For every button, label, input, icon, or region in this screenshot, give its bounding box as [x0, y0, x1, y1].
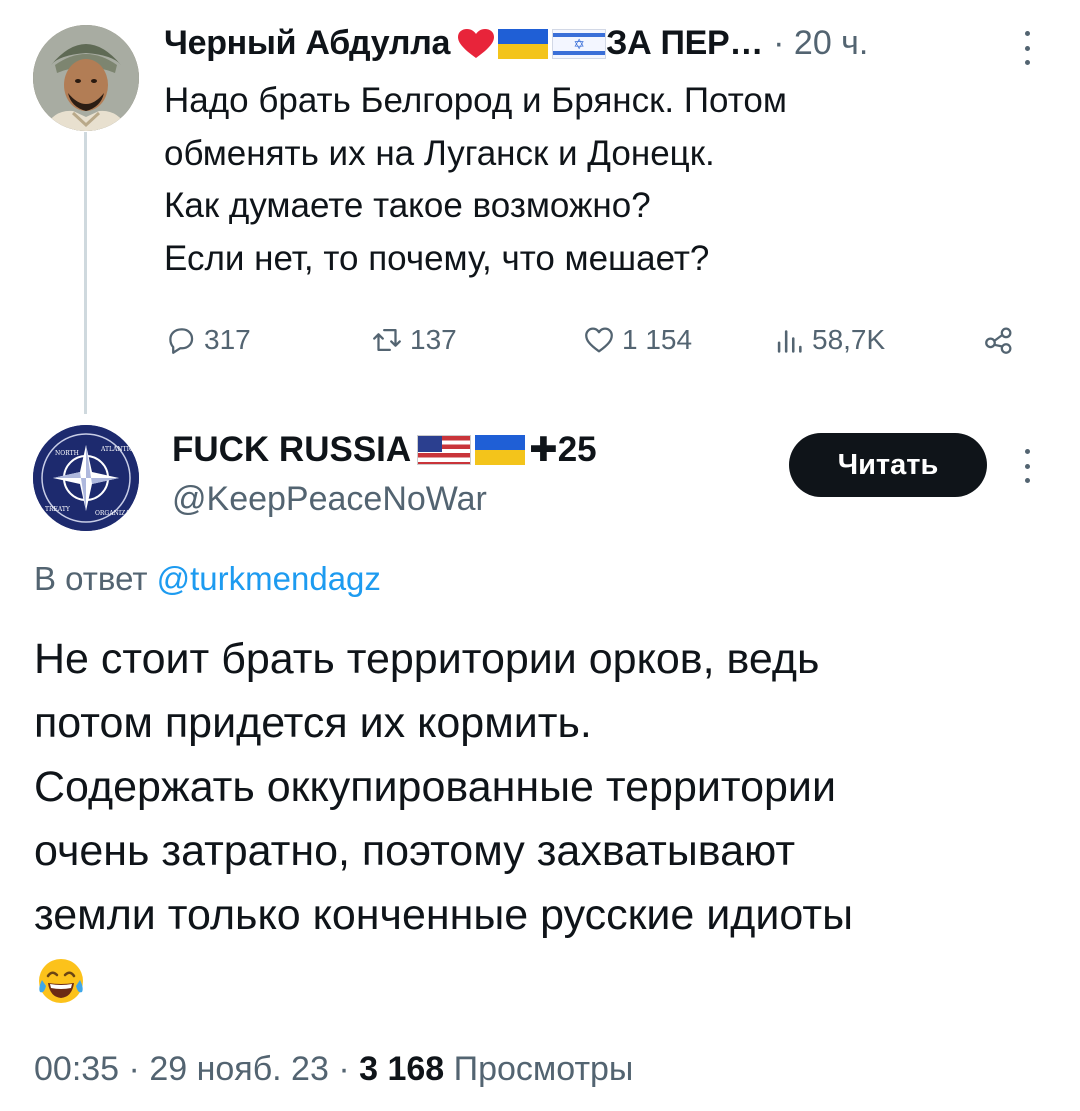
ukraine-flag-icon	[498, 28, 549, 59]
tweet-meta: 00:35 · 29 нояб. 23 · 3 168 Просмотры	[34, 1050, 633, 1089]
tweet-line: потом придется их кормить.	[34, 699, 592, 747]
retweet-button[interactable]: 137	[370, 315, 457, 365]
tweet-line: Надо брать Белгород и Брянск. Потом	[164, 81, 787, 120]
tweet-line: обменять их на Луганск и Донецк.	[164, 133, 715, 173]
thread-connector-line	[84, 132, 87, 414]
author-handle[interactable]: @KeepPeaceNoWar	[172, 480, 487, 519]
author-name-line[interactable]: FUCK RUSSIA ✚ 25	[172, 430, 597, 470]
profile-photo-icon	[33, 25, 139, 131]
like-count: 1 154	[622, 324, 693, 355]
tweet-line: земли только конченные русские идиоты	[34, 891, 853, 939]
more-icon	[1015, 446, 1039, 483]
tweet-actions: 317 137 1 154 58,7K	[164, 315, 1044, 365]
views-label[interactable]: Просмотры	[454, 1050, 634, 1088]
meta-separator: ·	[338, 1050, 350, 1088]
tears-of-joy-emoji-icon	[39, 959, 83, 1003]
tweet-line: Если нет, то почему, что мешает?	[164, 238, 710, 278]
author-name-suffix: ЗА ПЕР…	[606, 24, 764, 62]
share-button[interactable]	[982, 315, 1016, 365]
tweet-time[interactable]: 20 ч.	[794, 24, 868, 62]
retweet-icon	[373, 328, 401, 352]
cross-icon: ✚	[529, 431, 558, 469]
like-button[interactable]: 1 154	[582, 315, 692, 365]
share-icon	[985, 327, 1012, 354]
reply-count: 317	[204, 324, 251, 355]
tweet-line: Не стоит брать территории орков, ведь	[34, 635, 820, 683]
comment-icon	[169, 328, 194, 354]
more-options-button[interactable]	[1015, 446, 1039, 486]
views-count: 58,7K	[812, 324, 886, 355]
tweet-text: Надо брать Белгород и Брянск. Потом обме…	[164, 75, 787, 285]
tweet-line: Как думаете такое возможно?	[164, 186, 651, 225]
reply-context: В ответ @turkmendagz	[34, 560, 381, 598]
views-count: 3 168	[359, 1050, 445, 1088]
tweet-line: Содержать оккупированные территории	[34, 763, 836, 811]
nato-logo-icon: NORTH ATLANTIC TREATY ORGANIZATION	[33, 425, 139, 531]
ukraine-flag-icon	[475, 435, 526, 465]
time-separator: ·	[773, 24, 785, 62]
follow-button[interactable]: Читать	[789, 433, 987, 497]
reply-mention-link[interactable]: @turkmendagz	[157, 560, 381, 597]
more-options-button[interactable]	[1015, 28, 1039, 68]
author-name[interactable]: Черный Абдулла	[164, 24, 450, 63]
svg-text:TREATY: TREATY	[45, 506, 71, 513]
avatar[interactable]	[33, 25, 139, 131]
svg-text:ATLANTIC: ATLANTIC	[100, 446, 134, 453]
tweet-text: Не стоит брать территории орков, ведь по…	[34, 627, 853, 947]
tweet-line: очень затратно, поэтому захватывают	[34, 827, 796, 875]
like-icon	[585, 327, 613, 353]
more-icon	[1015, 28, 1039, 65]
views-icon	[777, 330, 802, 353]
author-name-suffix: 25	[557, 430, 597, 469]
author-name-line[interactable]: Черный Абдулла ✡ ЗА ПЕР… · 20 ч.	[164, 24, 868, 63]
tweet-time[interactable]: 00:35	[34, 1050, 119, 1088]
retweet-count: 137	[410, 324, 457, 355]
avatar[interactable]: NORTH ATLANTIC TREATY ORGANIZATION	[33, 425, 139, 531]
meta-separator: ·	[128, 1050, 140, 1088]
svg-text:NORTH: NORTH	[55, 450, 79, 457]
usa-flag-icon	[417, 435, 472, 465]
israel-flag-icon: ✡	[552, 28, 607, 59]
heart-emoji-icon	[458, 28, 495, 58]
svg-text:ORGANIZATION: ORGANIZATION	[95, 510, 139, 517]
reply-button[interactable]: 317	[164, 315, 251, 365]
views-button[interactable]: 58,7K	[772, 315, 885, 365]
author-name[interactable]: FUCK RUSSIA	[172, 430, 411, 470]
reply-prefix: В ответ	[34, 560, 148, 597]
tweet-date[interactable]: 29 нояб. 23	[149, 1050, 329, 1088]
